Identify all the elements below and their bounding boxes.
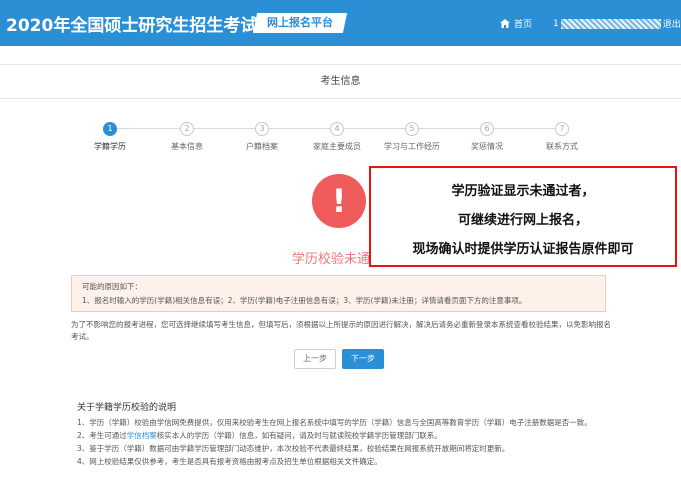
step-contact[interactable]: 7 联系方式 [527,120,597,152]
about-list: 1、学历（学籍）校验由学信网免费提供，仅用来校验考生在网上报名系统中填写的学历（… [77,417,617,469]
step-household[interactable]: 3 户籍档案 [227,120,297,152]
step-label: 学习与工作经历 [384,142,440,151]
about-item-text: 核实本人的学历（学籍）信息，如有疑问，请及时与就读院校学籍学历管理部门联系。 [156,431,442,440]
platform-tag-label: 网上报名平台 [267,16,333,29]
error-icon: ! [312,174,366,228]
about-item: 3、鉴于学历（学籍）数据可由学籍学历管理部门动态维护，本次校验不代表最终结果，校… [77,444,510,453]
step-basic-info[interactable]: 2 基本信息 [152,120,222,152]
step-number: 4 [330,122,344,136]
step-label: 学籍学历 [94,142,126,151]
top-header: 2020年全国硕士研究生招生考试 网上报名平台 首页 1 退出 [0,0,681,46]
about-title: 关于学籍学历校验的说明 [77,403,177,413]
notice-text: 为了不影响您的报考进程，您可选择继续填写考生信息，但填写后，须根据以上所提示的原… [71,320,611,341]
step-label: 户籍档案 [246,142,278,151]
reason-title: 可能的原因如下： [82,282,142,291]
prev-step-button[interactable]: 上一步 [294,349,336,369]
step-number: 1 [103,122,117,136]
home-icon [500,19,510,28]
reason-box: 可能的原因如下： 1、报名时输入的学历(学籍)相关信息有误；2、学历(学籍)电子… [71,275,606,312]
step-experience[interactable]: 5 学习与工作经历 [377,120,447,152]
step-number: 5 [405,122,419,136]
step-number: 7 [555,122,569,136]
about-item: 1、学历（学籍）校验由学信网免费提供，仅用来校验考生在网上报名系统中填写的学历（… [77,418,592,427]
annotation-line: 学历验证显示未通过者， [451,184,595,199]
annotation-overlay: 学历验证显示未通过者， 可继续进行网上报名， 现场确认时提供学历认证报告原件即可 [369,166,677,267]
user-info: 1 退出 [553,17,681,30]
reason-text: 1、报名时输入的学历(学籍)相关信息有误；2、学历(学籍)电子注册信息有误；3、… [82,296,527,305]
annotation-line: 现场确认时提供学历认证报告原件即可 [412,242,634,257]
about-item: 2、考生可通过学信档案核实本人的学历（学籍）信息，如有疑问，请及时与就读院校学籍… [77,430,617,442]
step-label: 奖惩情况 [471,142,503,151]
about-item: 4、网上校验结果仅供参考，考生是否具有报考资格由报考点及招生单位根据相关文件确定… [77,457,382,466]
step-awards[interactable]: 6 奖惩情况 [452,120,522,152]
step-number: 3 [255,122,269,136]
site-title: 2020年全国硕士研究生招生考试 [6,16,258,36]
step-label: 家庭主要成员 [313,142,361,151]
logout-link[interactable]: 退出 [663,17,681,30]
step-number: 6 [480,122,494,136]
annotation-line: 可继续进行网上报名， [457,213,588,228]
masked-user-id [560,18,661,29]
step-family[interactable]: 4 家庭主要成员 [302,120,372,152]
step-label: 基本信息 [171,142,203,151]
step-number: 2 [180,122,194,136]
home-link[interactable]: 首页 [500,17,532,30]
progress-steps: 1 学籍学历 2 基本信息 3 户籍档案 4 家庭主要成员 5 学习与工作经历 … [75,120,605,152]
user-id-prefix: 1 [553,18,559,29]
xuexin-archive-link[interactable]: 学信档案 [127,431,157,440]
about-item-text: 2、考生可通过 [77,431,127,440]
home-link-label: 首页 [514,20,533,30]
step-education[interactable]: 1 学籍学历 [75,120,145,152]
next-step-button[interactable]: 下一步 [342,349,384,369]
platform-tag: 网上报名平台 [252,13,348,33]
step-label: 联系方式 [546,142,578,151]
page-title: 考生信息 [0,64,681,99]
